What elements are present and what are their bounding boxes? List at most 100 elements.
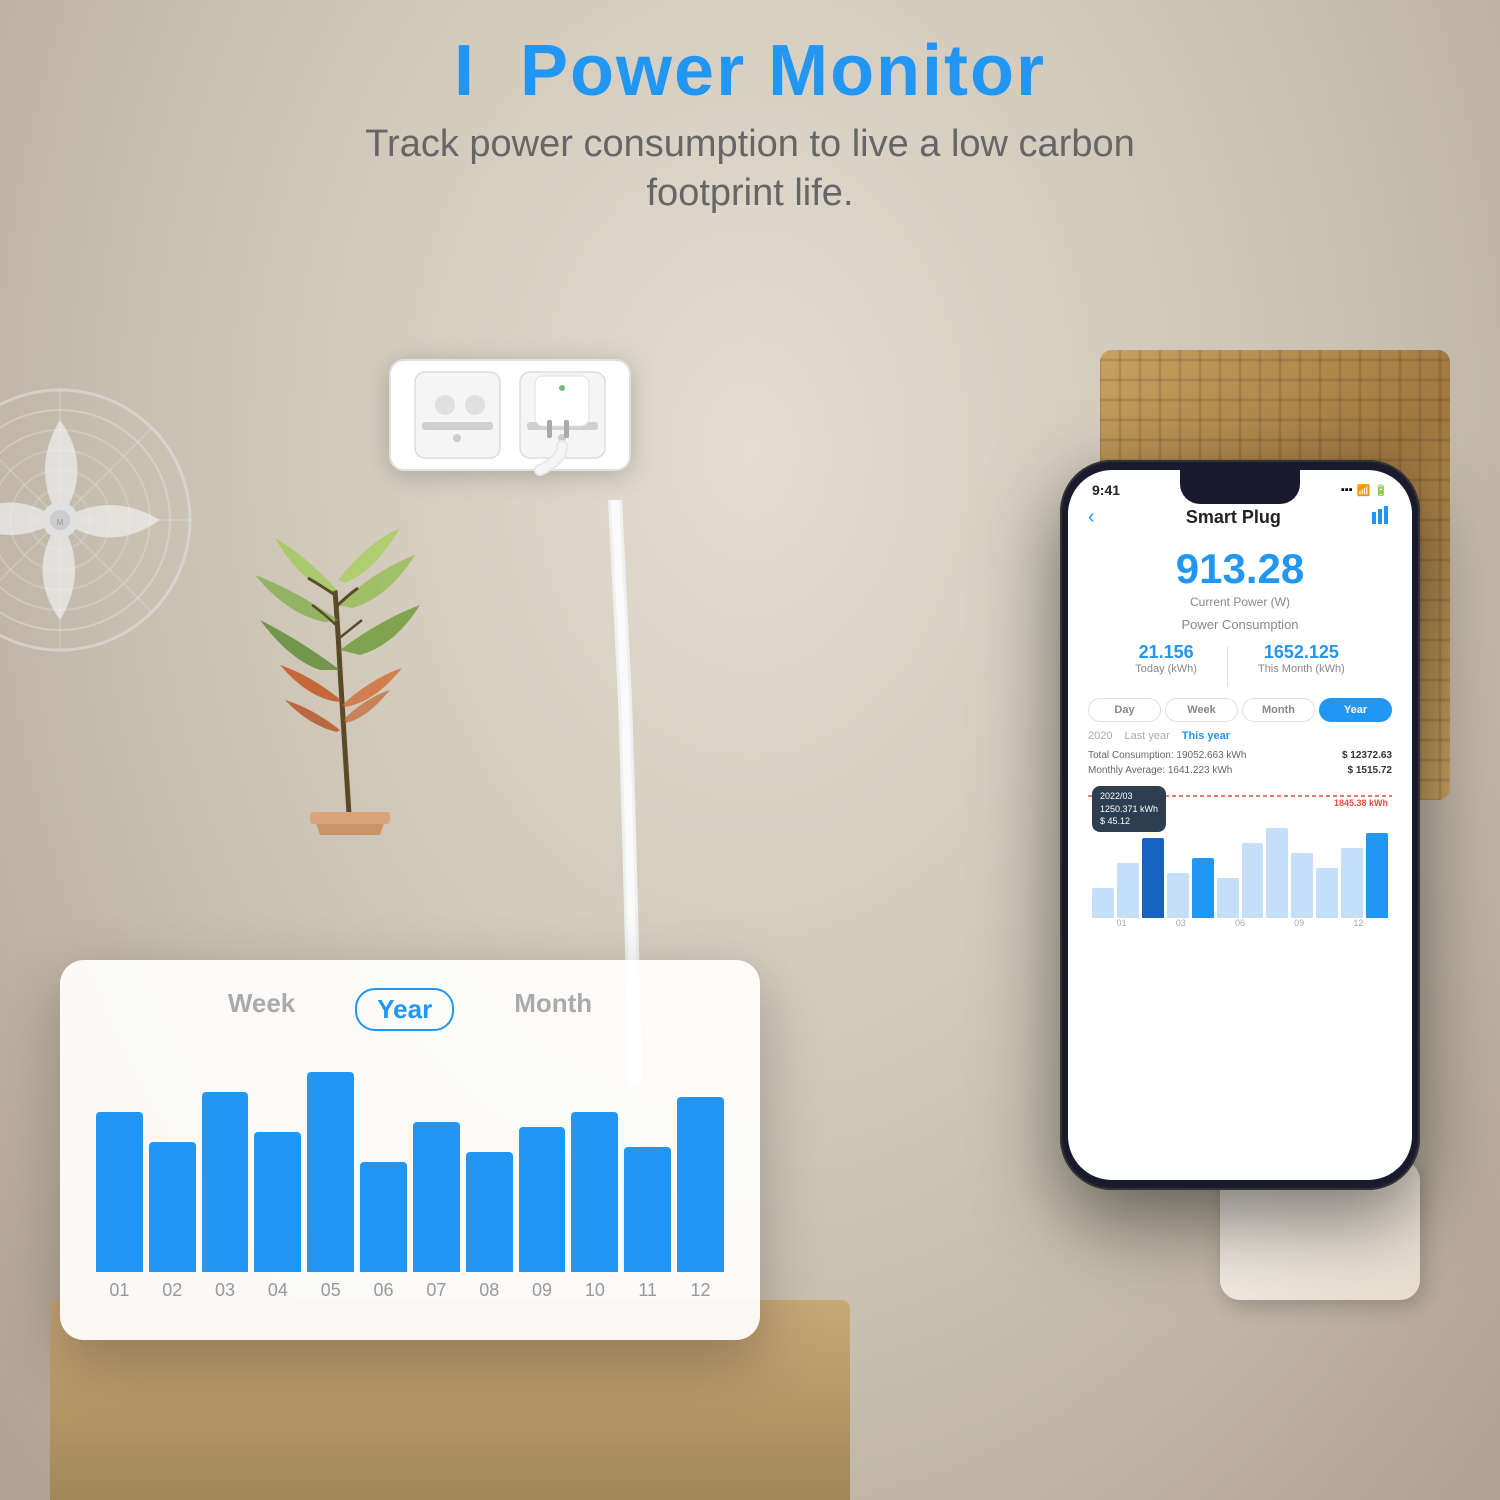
consumption-row: 21.156 Today (kWh) 1652.125 This Month (… [1088,642,1392,686]
mini-bar-7 [1266,828,1288,918]
tooltip-date: 2022/03 [1100,790,1158,803]
today-value: 21.156 [1135,642,1197,663]
month-value: 1652.125 [1258,642,1345,663]
power-value: 913.28 [1068,545,1412,593]
bar-08 [466,1152,513,1272]
today-consumption: 21.156 Today (kWh) [1135,642,1197,686]
svg-text:M: M [57,518,64,527]
bar-group-11: 11 [624,1147,671,1301]
today-label: Today (kWh) [1135,663,1197,675]
mini-tooltip: 2022/03 1250.371 kWh $ 45.12 [1092,786,1166,832]
phone-mockup: 9:41 ▪▪▪ 📶 🔋 ‹ Smart Plug 913.28 Curren [1060,460,1420,1190]
x-label-01: 01 [1117,918,1127,928]
month-consumption: 1652.125 This Month (kWh) [1258,642,1345,686]
bar-chart-icon [1372,506,1392,524]
app-title: Smart Plug [1095,507,1372,528]
bar-07 [413,1122,460,1272]
bar-chart: 01 02 03 04 05 06 07 08 09 10 11 12 [92,1051,728,1301]
bar-12 [677,1097,724,1272]
bar-group-01: 01 [96,1112,143,1301]
year-selector: 2020 Last year This year [1068,730,1412,748]
consumption-title: Power Consumption [1088,617,1392,632]
chart-card: Week Year Month 01 02 03 04 05 06 07 08 09 10 11 12 [60,960,760,1340]
x-label-06: 06 [1235,918,1245,928]
total-value: $ 12372.63 [1342,750,1392,761]
consumption-section: Power Consumption 21.156 Today (kWh) 165… [1068,617,1412,686]
title-text: Power Monitor [520,31,1046,111]
bar-11 [624,1147,671,1272]
bar-10 [571,1112,618,1272]
bar-06 [360,1162,407,1272]
mini-bar-1 [1117,863,1139,918]
chart-icon[interactable] [1372,506,1392,529]
mini-bar-0 [1092,888,1114,918]
mini-bar-8 [1291,853,1313,918]
bar-group-08: 08 [466,1152,513,1301]
title-icon: I [454,31,476,111]
bar-03 [202,1092,249,1272]
page-header: I Power Monitor Track power consumption … [0,30,1500,219]
avg-value: $ 1515.72 [1348,765,1393,776]
bar-group-09: 09 [519,1127,566,1301]
mini-chart: 1845.38 kWh 2022/03 1250.371 kWh $ 45.12… [1068,778,1412,938]
tab-month-phone[interactable]: Month [1242,698,1315,722]
wifi-icon: 📶 [1357,484,1371,497]
total-label: Total Consumption: 19052.663 kWh [1088,750,1246,761]
tab-month[interactable]: Month [514,988,592,1031]
tab-day[interactable]: Day [1088,698,1161,722]
avg-label: Monthly Average: 1641.223 kWh [1088,765,1232,776]
mini-bar-3 [1167,873,1189,918]
bar-group-04: 04 [254,1132,301,1301]
fan-decoration: M [0,380,200,660]
mini-bar-6 [1242,843,1264,918]
year-last[interactable]: Last year [1124,730,1169,742]
bar-01 [96,1112,143,1272]
fan-svg: M [0,380,200,660]
plant-decoration [200,450,500,850]
bar-label-01: 01 [109,1280,129,1301]
divider [1227,646,1228,686]
bar-group-12: 12 [677,1097,724,1301]
back-button[interactable]: ‹ [1088,506,1095,529]
monthly-avg-row: Monthly Average: 1641.223 kWh $ 1515.72 [1068,763,1412,778]
tooltip-kwh: 1250.371 kWh [1100,803,1158,816]
year-2020[interactable]: 2020 [1088,730,1112,742]
total-consumption-row: Total Consumption: 19052.663 kWh $ 12372… [1068,748,1412,763]
bar-09 [519,1127,566,1272]
phone-notch [1180,470,1300,504]
phone-screen: 9:41 ▪▪▪ 📶 🔋 ‹ Smart Plug 913.28 Curren [1068,470,1412,1180]
mini-x-labels: 01 03 06 09 12 [1088,918,1392,928]
tab-week[interactable]: Week [228,988,295,1031]
bar-label-07: 07 [426,1280,446,1301]
tab-year[interactable]: Year [355,988,454,1031]
year-this[interactable]: This year [1182,730,1230,742]
bar-label-02: 02 [162,1280,182,1301]
mini-bar-11 [1366,833,1388,918]
bar-label-08: 08 [479,1280,499,1301]
bar-group-06: 06 [360,1162,407,1301]
status-icons: ▪▪▪ 📶 🔋 [1341,484,1388,497]
mini-bar-4 [1192,858,1214,918]
tab-year-phone[interactable]: Year [1319,698,1392,722]
bar-04 [254,1132,301,1272]
mini-bar-10 [1341,848,1363,918]
bar-05 [307,1072,354,1272]
bar-group-07: 07 [413,1122,460,1301]
bar-label-10: 10 [585,1280,605,1301]
bar-label-06: 06 [374,1280,394,1301]
mini-bar-2 [1142,838,1164,918]
power-unit: Current Power (W) [1068,595,1412,609]
tab-week[interactable]: Week [1165,698,1238,722]
mini-bar-9 [1316,868,1338,918]
bar-group-02: 02 [149,1142,196,1301]
x-label-09: 09 [1294,918,1304,928]
bar-label-09: 09 [532,1280,552,1301]
power-reading: 913.28 Current Power (W) [1068,537,1412,617]
signal-icon: ▪▪▪ [1341,484,1353,496]
outlet [380,350,640,485]
mini-bar-5 [1217,878,1239,918]
bar-label-05: 05 [321,1280,341,1301]
bar-label-03: 03 [215,1280,235,1301]
x-label-12: 12 [1353,918,1363,928]
bar-label-12: 12 [691,1280,711,1301]
